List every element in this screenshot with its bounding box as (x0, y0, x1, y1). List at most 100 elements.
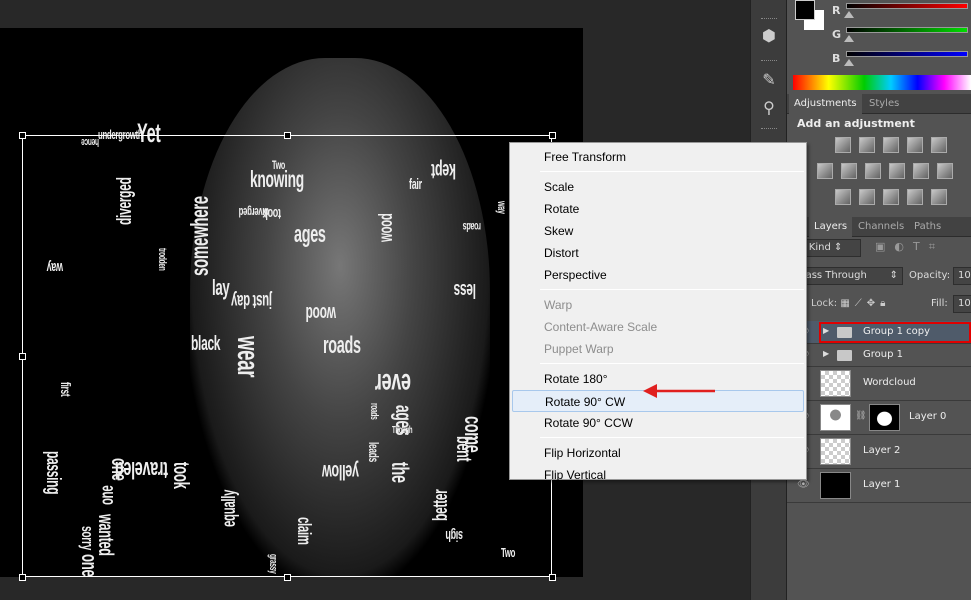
layer-row[interactable]: 👁︎ Layer 1 (787, 469, 971, 503)
lock-row: Lock: ▦⟋✥🔒︎ (811, 298, 891, 309)
photo-filter-icon[interactable] (889, 163, 905, 179)
layer-row[interactable]: Wordcloud (787, 367, 971, 401)
brush-icon[interactable]: ⚲ (758, 98, 780, 120)
fill-input[interactable]: 100% (953, 295, 971, 313)
grip[interactable] (761, 18, 777, 20)
layer-name: Group 1 (863, 348, 903, 360)
channel-slider-B[interactable] (846, 51, 968, 57)
layer-mask-thumbnail[interactable] (869, 404, 900, 431)
menu-item-distort[interactable]: Distort (512, 242, 804, 264)
layers-tabbar: Layers Channels Paths (787, 217, 971, 237)
vibrance-icon[interactable] (931, 137, 947, 153)
tab-channels[interactable]: Channels (853, 217, 909, 237)
transform-handle-top-left[interactable] (19, 132, 26, 139)
slider-thumb[interactable] (844, 35, 854, 42)
channel-label-R: R (832, 4, 841, 17)
expand-triangle-icon[interactable]: ▶ (823, 349, 829, 358)
layer-name: Group 1 copy (863, 325, 931, 337)
transform-handle-bottom[interactable] (284, 574, 291, 581)
adjustments-title: Add an adjustment (797, 117, 915, 130)
exposure-icon[interactable] (907, 137, 923, 153)
menu-item-puppet-warp[interactable]: Puppet Warp (512, 338, 804, 360)
layer-row[interactable]: 👁︎▶Group 1 copy (787, 321, 971, 344)
layer-name: Layer 0 (909, 411, 947, 422)
lock-label-text: Lock: (811, 298, 838, 309)
channel-label-G: G (832, 28, 842, 41)
menu-item-flip-vertical[interactable]: Flip Vertical (512, 464, 804, 486)
color-balance-icon[interactable] (841, 163, 857, 179)
channel-mixer-icon[interactable] (913, 163, 929, 179)
expand-triangle-icon[interactable]: ▶ (823, 326, 829, 335)
menu-separator (540, 289, 804, 290)
link-icon[interactable]: ⛓ (855, 411, 866, 421)
selective-color-icon[interactable] (907, 189, 923, 205)
transform-handle-bottom-right[interactable] (549, 574, 556, 581)
filter-icons[interactable]: ▣◐T⌗ (875, 240, 944, 254)
lock-icons[interactable]: ▦⟋✥🔒︎ (840, 298, 890, 309)
black-white-icon[interactable] (865, 163, 881, 179)
layer-thumbnail (820, 472, 851, 499)
menu-item-flip-horizontal[interactable]: Flip Horizontal (512, 442, 804, 464)
tab-styles[interactable]: Styles (864, 94, 904, 114)
blend-mode-value: Pass Through (800, 270, 867, 281)
filter-kind-label: Kind (808, 242, 831, 253)
red-arrow-annotation (643, 384, 715, 398)
menu-item-perspective[interactable]: Perspective (512, 264, 804, 286)
menu-item-scale[interactable]: Scale (512, 176, 804, 198)
layer-row[interactable]: 👁︎Layer 2 (787, 435, 971, 469)
menu-item-content-aware-scale[interactable]: Content-Aware Scale (512, 316, 804, 338)
menu-separator (540, 363, 804, 364)
tab-layers[interactable]: Layers (809, 217, 853, 237)
adjustments-tabbar: Adjustments Styles (787, 94, 971, 114)
transform-handle-bottom-left[interactable] (19, 574, 26, 581)
layer-name: Layer 2 (863, 445, 901, 456)
menu-item-warp[interactable]: Warp (512, 294, 804, 316)
color-lookup-icon[interactable] (937, 163, 953, 179)
tab-adjustments[interactable]: Adjustments (789, 94, 862, 114)
menu-separator (540, 437, 804, 438)
transform-context-menu: Free Transform Scale Rotate Skew Distort Pers… (509, 142, 807, 482)
channel-label-B: B (832, 52, 841, 65)
folder-icon (837, 350, 852, 361)
invert-icon[interactable] (835, 189, 851, 205)
layer-thumbnail (820, 438, 851, 465)
color-spectrum[interactable] (793, 75, 971, 90)
transform-handle-top-right[interactable] (549, 132, 556, 139)
folder-icon (837, 327, 852, 338)
slider-thumb[interactable] (844, 59, 854, 66)
transform-bounding-box[interactable] (19, 132, 556, 581)
hue-saturation-icon[interactable] (817, 163, 833, 179)
slider-thumb[interactable] (844, 11, 854, 18)
menu-separator (540, 171, 804, 172)
layer-row[interactable]: 👁︎⛓Layer 0 (787, 401, 971, 435)
transform-handle-left[interactable] (19, 353, 26, 360)
gradient-map-icon[interactable] (931, 189, 947, 205)
brightness-icon[interactable] (835, 137, 851, 153)
fill-label: Fill: (931, 298, 948, 309)
menu-item-free-transform[interactable]: Free Transform (512, 146, 804, 168)
layer-name: Layer 1 (863, 479, 901, 490)
menu-item-skew[interactable]: Skew (512, 220, 804, 242)
opacity-input[interactable]: 100% (953, 267, 971, 285)
layer-thumbnail (820, 404, 851, 431)
3d-icon[interactable]: ⬢ (758, 26, 780, 48)
menu-item-rotate-90-ccw[interactable]: Rotate 90° CCW (512, 412, 804, 434)
layer-thumbnail (820, 370, 851, 397)
posterize-icon[interactable] (859, 189, 875, 205)
levels-icon[interactable] (859, 137, 875, 153)
layer-name: Wordcloud (863, 377, 916, 388)
threshold-icon[interactable] (883, 189, 899, 205)
channel-slider-R[interactable] (846, 3, 968, 9)
tab-paths[interactable]: Paths (909, 217, 946, 237)
curves-icon[interactable] (883, 137, 899, 153)
right-panels: RGB Adjustments Styles Add an adjustment… (787, 0, 971, 600)
grip[interactable] (761, 60, 777, 62)
blend-mode-select[interactable]: Pass Through ⇕ (795, 267, 903, 285)
layer-row[interactable]: 👁︎▶Group 1 (787, 344, 971, 367)
grip[interactable] (761, 128, 777, 130)
channel-slider-G[interactable] (846, 27, 968, 33)
brush-presets-icon[interactable]: ✎ (758, 70, 780, 92)
menu-item-rotate[interactable]: Rotate (512, 198, 804, 220)
foreground-color-swatch[interactable] (795, 0, 815, 20)
transform-handle-top[interactable] (284, 132, 291, 139)
